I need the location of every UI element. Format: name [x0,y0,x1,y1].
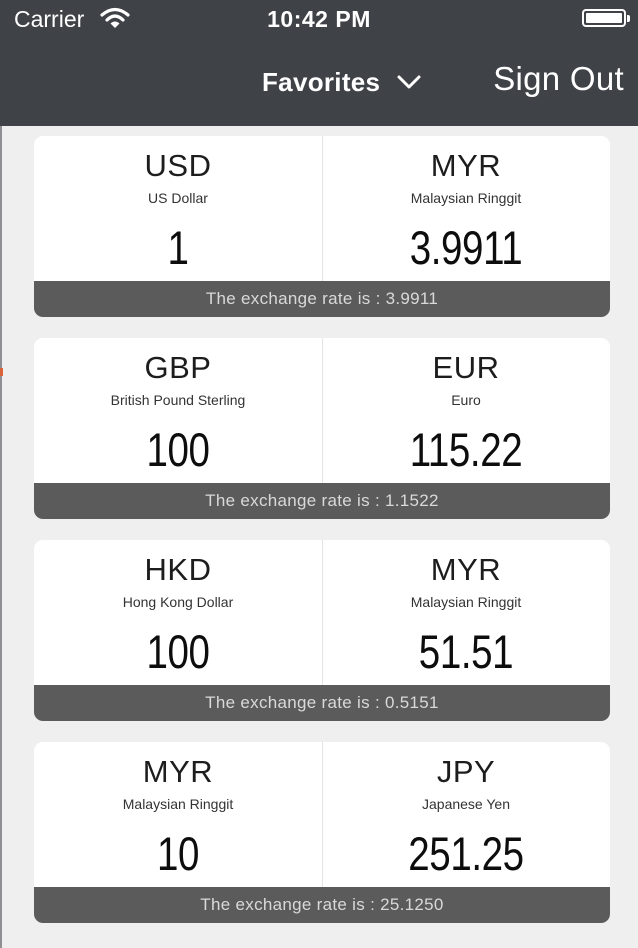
currency-amount: 115.22 [409,423,523,476]
exchange-card[interactable]: HKD Hong Kong Dollar 100 MYR Malaysian R… [34,540,610,721]
battery-icon [582,9,630,27]
from-currency: MYR Malaysian Ringgit 10 [34,742,322,887]
favorites-list: USD US Dollar 1 MYR Malaysian Ringgit 3.… [34,136,610,944]
exchange-rate-bar: The exchange rate is : 0.5151 [34,685,610,721]
status-bar: Carrier 10:42 PM [0,0,638,40]
currency-amount: 251.25 [408,827,524,880]
chevron-down-icon [397,75,421,89]
currency-name: Euro [451,392,481,408]
currency-code: MYR [430,552,502,587]
currency-amount: 1 [167,221,189,274]
top-bar: Carrier 10:42 PM Favorites Sign Out [0,0,638,126]
exchange-rate-bar: The exchange rate is : 1.1522 [34,483,610,519]
favorites-label: Favorites [262,66,381,97]
currency-amount: 3.9911 [409,221,523,274]
currency-name: US Dollar [148,190,208,206]
exchange-card[interactable]: GBP British Pound Sterling 100 EUR Euro … [34,338,610,519]
exchange-rate-bar: The exchange rate is : 3.9911 [34,281,610,317]
currency-amount: 100 [146,625,210,678]
left-edge-mark [0,368,3,376]
currency-code: GBP [144,350,212,385]
left-edge-divider [0,126,2,948]
currency-code: EUR [432,350,500,385]
currency-amount: 10 [156,827,200,880]
from-currency: HKD Hong Kong Dollar 100 [34,540,322,685]
currency-name: Japanese Yen [422,796,510,812]
currency-name: Malaysian Ringgit [122,796,234,812]
currency-amount: 100 [146,423,210,476]
currency-code: JPY [436,754,496,789]
to-currency: MYR Malaysian Ringgit 51.51 [322,540,610,685]
currency-code: MYR [430,148,502,183]
exchange-rate-bar: The exchange rate is : 25.1250 [34,887,610,923]
from-currency: GBP British Pound Sterling 100 [34,338,322,483]
currency-code: MYR [142,754,214,789]
exchange-card[interactable]: USD US Dollar 1 MYR Malaysian Ringgit 3.… [34,136,610,317]
exchange-card[interactable]: MYR Malaysian Ringgit 10 JPY Japanese Ye… [34,742,610,923]
to-currency: MYR Malaysian Ringgit 3.9911 [322,136,610,281]
status-time: 10:42 PM [267,6,371,32]
currency-name: Malaysian Ringgit [410,190,522,206]
currency-code: HKD [144,552,212,587]
to-currency: JPY Japanese Yen 251.25 [322,742,610,887]
currency-amount: 51.51 [418,625,514,678]
currency-name: Hong Kong Dollar [122,594,234,610]
from-currency: USD US Dollar 1 [34,136,322,281]
currency-name: Malaysian Ringgit [410,594,522,610]
favorites-dropdown[interactable]: Favorites [262,64,422,100]
currency-name: British Pound Sterling [110,392,246,408]
currency-code: USD [144,148,212,183]
to-currency: EUR Euro 115.22 [322,338,610,483]
sign-out-button[interactable]: Sign Out [493,60,624,98]
